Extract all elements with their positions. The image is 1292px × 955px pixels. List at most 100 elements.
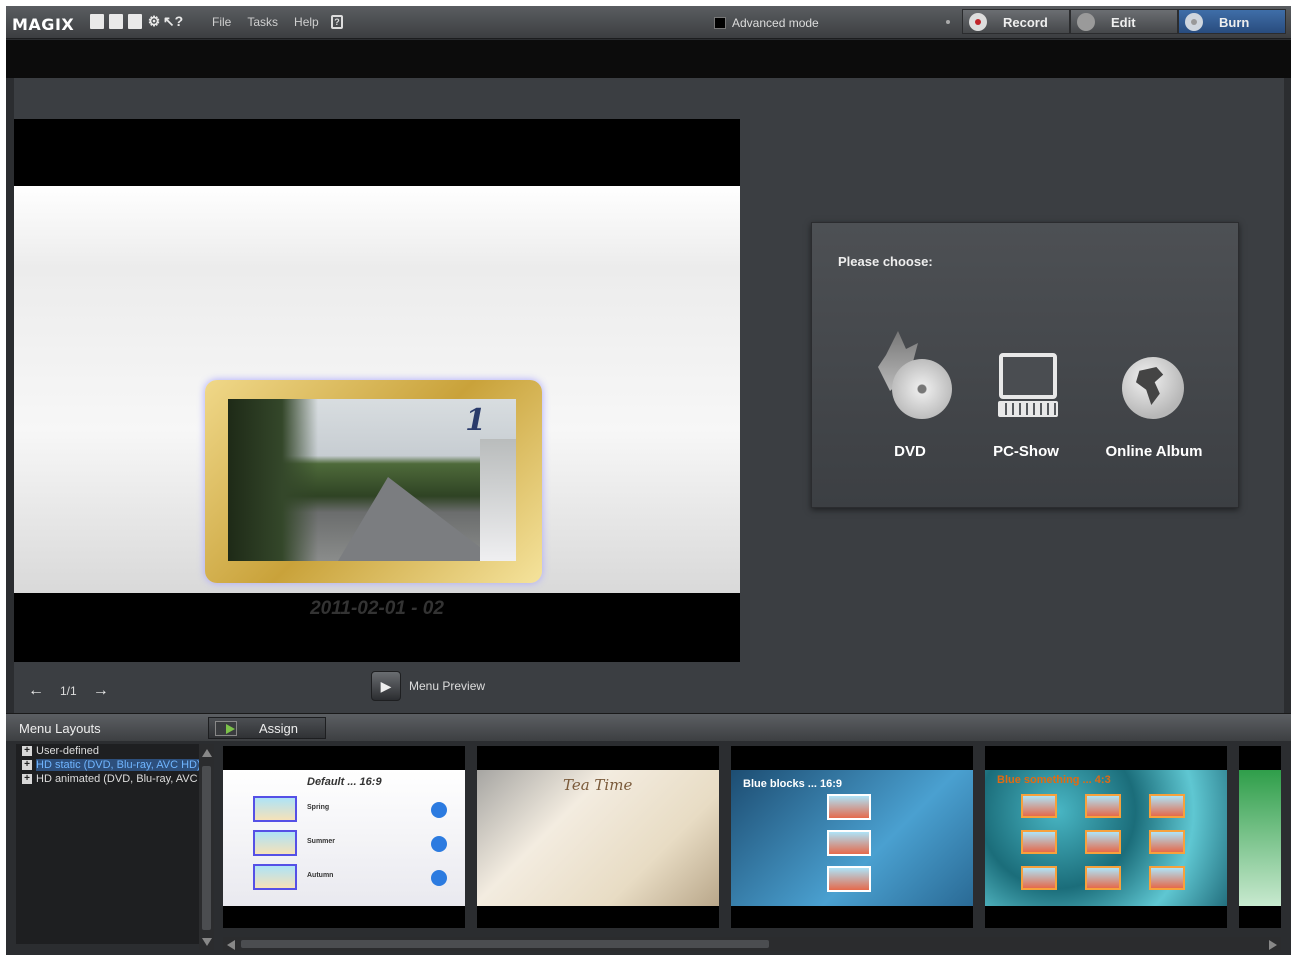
option-pc-show-label: PC-Show (993, 443, 1059, 460)
previous-page-arrow-icon[interactable]: ← (28, 682, 44, 700)
menu-preview-screen: 1 2011-02-01 - 02 (14, 119, 740, 662)
thumbnail-title: Blue blocks ... 16:9 (743, 778, 843, 790)
scroll-left-icon[interactable] (227, 940, 235, 950)
separator-dot (946, 20, 950, 24)
scroll-down-icon[interactable] (202, 938, 212, 946)
burn-mode-button[interactable]: Burn (1178, 9, 1286, 34)
thumbnail-image: Default ... 16:9 Spring Summer Autumn (223, 770, 465, 906)
chapter-number: 1 (465, 403, 486, 438)
edit-mode-button[interactable]: Edit (1070, 9, 1178, 34)
menu-bar: File Tasks Help (212, 15, 319, 29)
menu-item-name: Autumn (307, 872, 334, 879)
top-toolbar: MAGIX ⚙ ↖? File Tasks Help ? Advanced mo… (6, 6, 1291, 39)
menu-item-picture (1085, 866, 1121, 890)
menu-item-picture (1149, 830, 1185, 854)
chapter-thumbnail: 1 (228, 399, 516, 561)
dvd-burn-icon (892, 359, 952, 419)
layout-thumbnails: Default ... 16:9 Spring Summer Autumn Te… (223, 746, 1281, 928)
menu-item-picture (827, 866, 871, 892)
chapter-frame[interactable]: 1 (205, 380, 542, 583)
menu-page-navigator: ← 1/1 → (28, 682, 109, 700)
record-icon (969, 13, 987, 31)
tree-node-user-defined[interactable]: + User-defined (16, 744, 199, 758)
thumbnail-snow (480, 439, 516, 561)
advanced-mode-toggle[interactable]: Advanced mode (714, 16, 819, 30)
globe-icon (1122, 357, 1184, 419)
new-file-icon[interactable] (90, 14, 104, 29)
menu-item-name: Summer (307, 838, 336, 845)
menu-item-picture (1149, 794, 1185, 818)
expand-icon[interactable]: + (22, 774, 32, 784)
record-mode-button[interactable]: Record (962, 9, 1070, 34)
thumbnail-road (338, 477, 498, 561)
menu-layouts-header: Menu Layouts Assign (6, 713, 1291, 741)
help-book-icon[interactable]: ? (331, 15, 343, 29)
menu-item-picture (1021, 866, 1057, 890)
black-strip (6, 40, 1291, 78)
menu-item-picture (1021, 794, 1057, 818)
layout-thumbnail-default[interactable]: Default ... 16:9 Spring Summer Autumn (223, 746, 465, 928)
thumbnail-title: Tea Time (563, 776, 633, 794)
toolbar-icons: ⚙ ↖? (90, 13, 183, 29)
menu-tasks[interactable]: Tasks (247, 15, 278, 29)
menu-item-button-icon (431, 802, 447, 818)
scroll-up-icon[interactable] (202, 749, 212, 757)
layout-thumbnail-blue-tiles[interactable]: Blue something ... 4:3 (985, 746, 1227, 928)
option-dvd[interactable]: DVD (840, 331, 960, 471)
please-choose-panel: Please choose: DVD PC-Show Online Album (811, 222, 1239, 508)
tree-vertical-scrollbar[interactable] (199, 744, 214, 950)
tree-node-hd-animated[interactable]: + HD animated (DVD, Blu-ray, AVC HD) (16, 772, 199, 786)
play-icon[interactable]: ▶ (371, 671, 401, 701)
next-page-arrow-icon[interactable]: → (93, 682, 109, 700)
page-indicator: 1/1 (60, 684, 77, 698)
keyboard-icon (998, 401, 1058, 417)
computer-icon (999, 353, 1057, 399)
menu-item-picture (827, 830, 871, 856)
save-icon[interactable] (128, 14, 142, 29)
menu-help[interactable]: Help (294, 15, 319, 29)
layout-thumbnail-blue-blocks[interactable]: Blue blocks ... 16:9 (731, 746, 973, 928)
tree-node-hd-static[interactable]: + HD static (DVD, Blu-ray, AVC HD) (16, 758, 199, 772)
assign-label: Assign (259, 721, 299, 736)
menu-item-row: Autumn (253, 864, 447, 890)
menu-item-picture (1021, 830, 1057, 854)
option-pc-show[interactable]: PC-Show (966, 331, 1086, 471)
scroll-thumb[interactable] (241, 940, 769, 948)
menu-item-button-icon (431, 870, 447, 886)
menu-item-row: Summer (253, 830, 447, 856)
layout-thumbnail-green[interactable] (1239, 746, 1281, 928)
preview-background: 1 2011-02-01 - 02 (14, 186, 740, 619)
help-pointer-icon[interactable]: ↖? (163, 13, 183, 29)
choose-title: Please choose: (838, 254, 933, 269)
option-online-album[interactable]: Online Album (1092, 331, 1212, 471)
main-area: 1 2011-02-01 - 02 Please choose: DVD PC-… (14, 78, 1284, 713)
tree-node-label: User-defined (36, 745, 99, 757)
settings-icon[interactable]: ⚙ (147, 13, 161, 29)
thumbnail-image: Tea Time (477, 770, 719, 906)
scroll-right-icon[interactable] (1269, 940, 1277, 950)
open-folder-icon[interactable] (109, 14, 123, 29)
menu-item-button-icon (431, 836, 447, 852)
assign-icon (215, 721, 237, 736)
thumbnail-image: Blue something ... 4:3 (985, 770, 1227, 906)
menu-item-picture (253, 830, 297, 856)
advanced-mode-checkbox[interactable] (714, 17, 726, 29)
thumbnail-image (1239, 770, 1281, 906)
layout-thumbnail-tea-time[interactable]: Tea Time (477, 746, 719, 928)
advanced-mode-label: Advanced mode (732, 16, 819, 30)
assign-button[interactable]: Assign (208, 717, 326, 739)
chapter-caption: 2011-02-01 - 02 (310, 598, 444, 619)
expand-icon[interactable]: + (22, 746, 32, 756)
menu-file[interactable]: File (212, 15, 231, 29)
option-online-album-label: Online Album (1105, 443, 1203, 460)
menu-layouts-title: Menu Layouts (19, 721, 101, 736)
menu-preview-control[interactable]: ▶ Menu Preview (371, 671, 485, 701)
app-window: MAGIX ⚙ ↖? File Tasks Help ? Advanced mo… (6, 6, 1291, 955)
disc-icon (1185, 13, 1203, 31)
film-reel-icon (1077, 13, 1095, 31)
thumbnail-title: Default ... 16:9 (307, 776, 382, 788)
menu-item-name: Spring (307, 804, 330, 811)
scroll-thumb[interactable] (202, 766, 211, 930)
expand-icon[interactable]: + (22, 760, 32, 770)
thumbnails-horizontal-scrollbar[interactable] (223, 937, 1281, 951)
